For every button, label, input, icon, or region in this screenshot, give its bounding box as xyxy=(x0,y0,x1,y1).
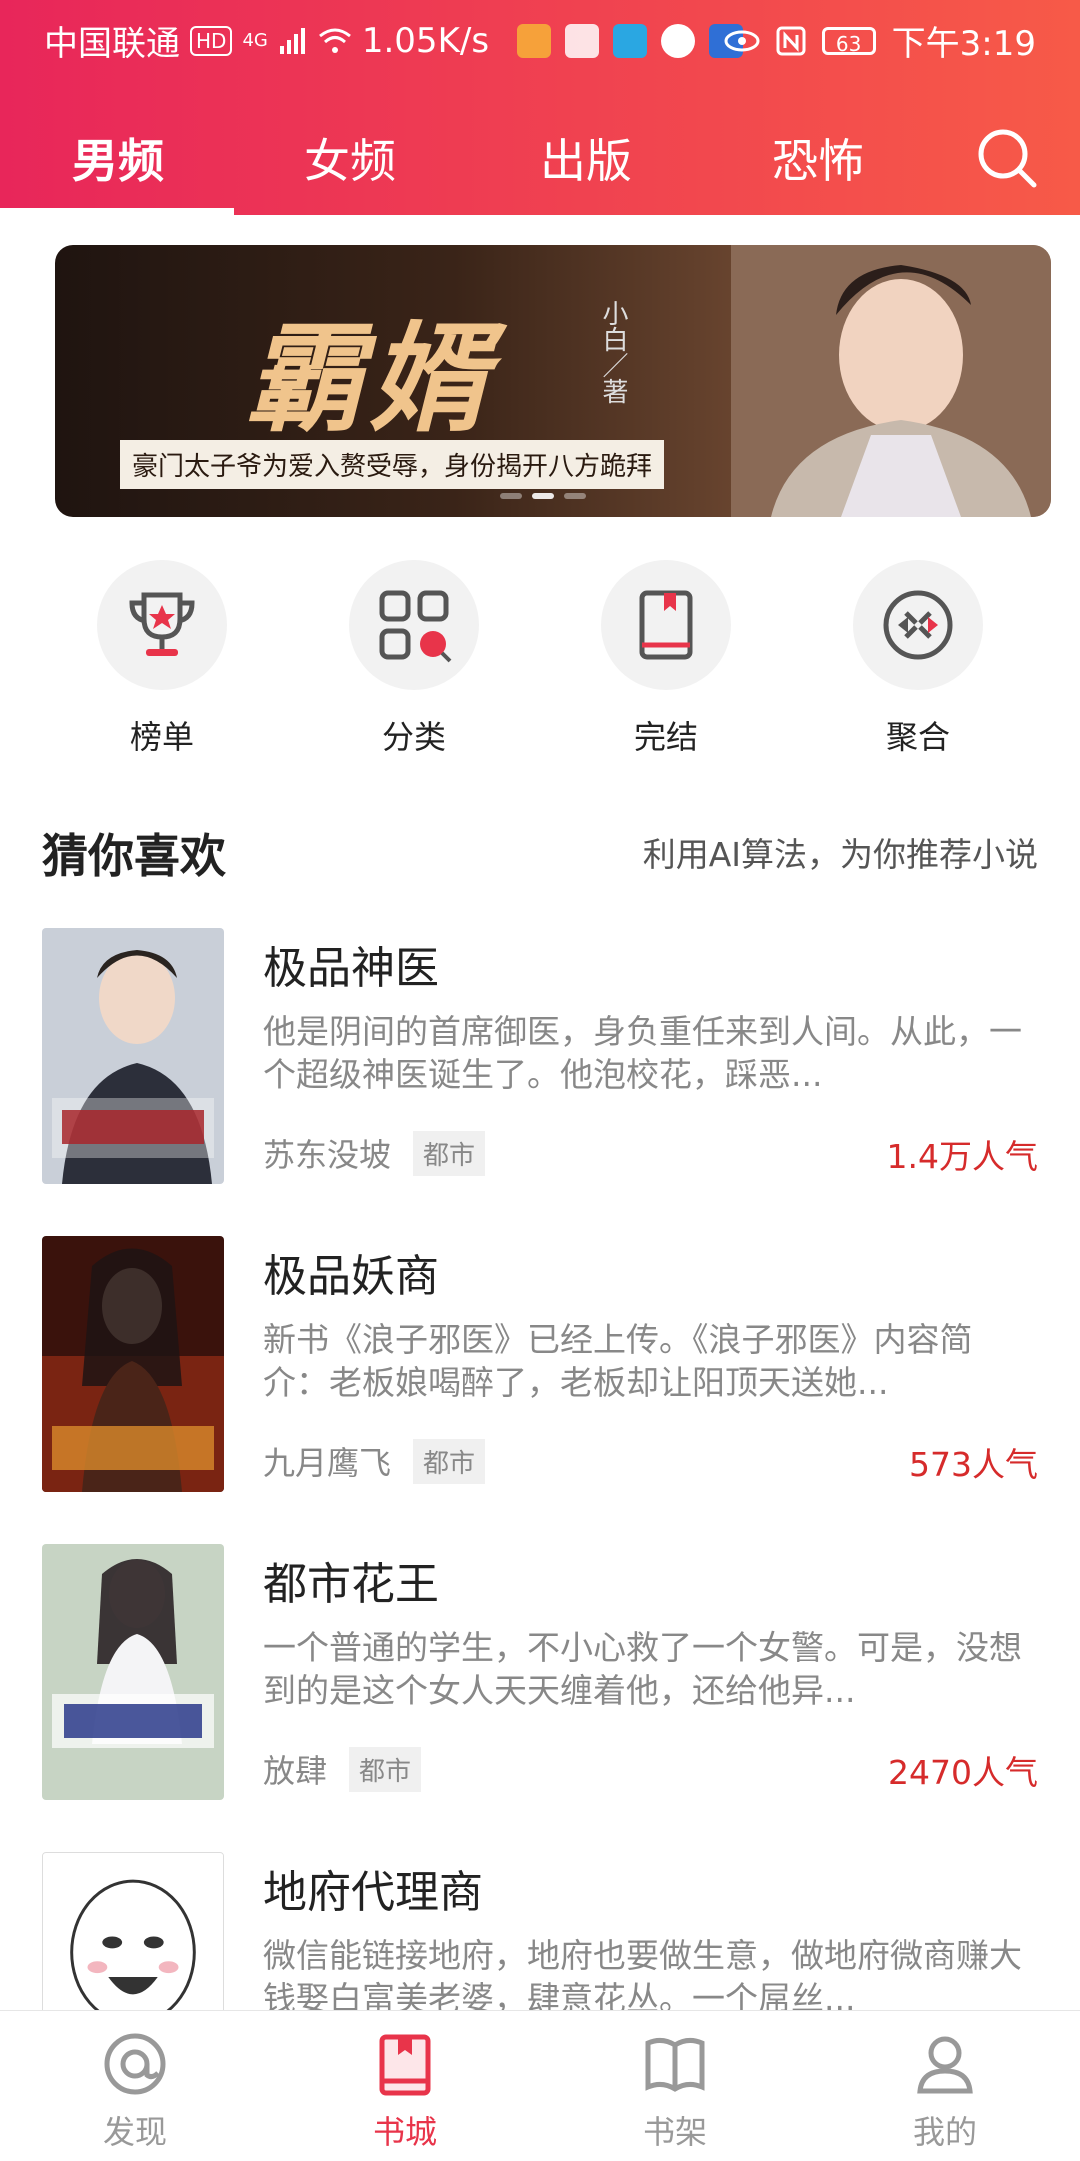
nav-bookshelf[interactable]: 书架 xyxy=(595,2031,755,2153)
trophy-icon xyxy=(129,592,195,656)
quick-link-label: 完结 xyxy=(633,718,698,756)
app-header: 中国联通 HD 4G 1.05K/s 63 下午3:19 男频 女频 出版 恐怖 xyxy=(0,0,1080,215)
book-cover xyxy=(42,928,224,1184)
hd-badge: HD xyxy=(190,25,233,56)
search-icon[interactable] xyxy=(976,127,1038,189)
book-title: 地府代理商 xyxy=(263,1867,483,1918)
quick-links: 榜单 分类 完结 聚合 xyxy=(0,560,1080,760)
status-bar: 中国联通 HD 4G 1.05K/s 63 下午3:19 xyxy=(0,0,1080,78)
list-item[interactable]: 极品妖商 新书《浪子邪医》已经上传。《浪子邪医》内容简介：老板娘喝醉了，老板却让… xyxy=(0,1236,1080,1496)
quick-link-aggregate[interactable]: 聚合 xyxy=(828,560,1008,758)
profile-icon xyxy=(917,2036,973,2094)
tab-male[interactable]: 男频 xyxy=(72,125,164,191)
nav-label: 书架 xyxy=(642,2113,707,2151)
tab-horror[interactable]: 恐怖 xyxy=(772,125,864,191)
book-title: 极品妖商 xyxy=(263,1251,439,1302)
book-author: 放肆 xyxy=(263,1752,328,1790)
clock: 下午3:19 xyxy=(891,24,1036,64)
nav-discover[interactable]: 发现 xyxy=(55,2031,215,2153)
tab-female[interactable]: 女频 xyxy=(304,125,396,191)
book-author: 九月鹰飞 xyxy=(263,1444,392,1482)
banner-pagination xyxy=(500,493,586,499)
aggregate-icon xyxy=(883,590,953,660)
quick-link-category[interactable]: 分类 xyxy=(324,560,504,758)
message-app-icon xyxy=(661,23,696,58)
section-subtitle: 利用AI算法，为你推荐小说 xyxy=(642,835,1038,874)
banner-title: 霸婿 xyxy=(245,310,494,448)
nav-label: 书城 xyxy=(372,2113,437,2151)
banner-dot[interactable] xyxy=(500,493,522,499)
category-icon xyxy=(379,590,452,663)
quick-link-completed[interactable]: 完结 xyxy=(576,560,756,758)
nfc-icon xyxy=(776,26,806,55)
nav-label: 我的 xyxy=(912,2113,977,2151)
banner-dot-active[interactable] xyxy=(532,493,554,499)
signal-icon xyxy=(279,27,305,54)
active-tab-indicator xyxy=(0,208,234,215)
book-description: 微信能链接地府，地府也要做生意，做地府微商赚大钱娶白富美老婆，肆意花丛。一个屌丝… xyxy=(263,1936,1022,2018)
book-cover xyxy=(42,1236,224,1492)
bottom-navigation: 发现 书城 书架 我的 xyxy=(0,2010,1080,2161)
bookstore-icon xyxy=(379,2034,431,2096)
book-description: 一个普通的学生，不小心救了一个女警。可是，没想到的是这个女人天天缠着他，还给他异… xyxy=(263,1628,1022,1710)
wifi-icon xyxy=(318,28,351,53)
book-popularity: 2470人气 xyxy=(888,1753,1038,1792)
list-item[interactable]: 都市花王 一个普通的学生，不小心救了一个女警。可是，没想到的是这个女人天天缠着他… xyxy=(0,1544,1080,1804)
book-tag: 都市 xyxy=(413,1438,486,1484)
book-tag: 都市 xyxy=(349,1746,422,1792)
video-app-icon xyxy=(517,23,552,58)
book-cover xyxy=(42,1544,224,1800)
section-title: 猜你喜欢 xyxy=(42,829,226,883)
quick-link-label: 聚合 xyxy=(885,718,950,756)
book-popularity: 1.4万人气 xyxy=(886,1137,1038,1176)
book-title: 都市花王 xyxy=(263,1559,439,1610)
banner-author: 小白／著 xyxy=(598,300,628,404)
list-item[interactable]: 极品神医 他是阴间的首席御医，身负重任来到人间。从此，一个超级神医诞生了。他泡校… xyxy=(0,928,1080,1188)
bookshelf-icon xyxy=(645,2037,705,2092)
network-type: 4G xyxy=(242,30,268,51)
book-description: 他是阴间的首席御医，身负重任来到人间。从此，一个超级神医诞生了。他泡校花，踩恶.… xyxy=(263,1012,1022,1094)
book-description: 新书《浪子邪医》已经上传。《浪子邪医》内容简介：老板娘喝醉了，老板却让阳顶天送她… xyxy=(263,1320,973,1402)
book-tag: 都市 xyxy=(413,1130,486,1176)
banner-portrait xyxy=(731,245,1051,517)
shopping-app-icon xyxy=(565,23,600,58)
banner-caption: 豪门太子爷为爱入赘受辱，身份揭开八方跪拜 xyxy=(120,440,665,489)
quick-link-label: 榜单 xyxy=(129,718,194,756)
banner-dot[interactable] xyxy=(564,493,586,499)
quick-link-label: 分类 xyxy=(381,718,446,756)
book-title: 极品神医 xyxy=(263,943,439,994)
book-author: 苏东没坡 xyxy=(263,1136,392,1174)
eye-icon xyxy=(724,30,760,51)
quick-link-ranking[interactable]: 榜单 xyxy=(72,560,252,758)
nav-bookstore[interactable]: 书城 xyxy=(325,2031,485,2153)
network-speed: 1.05K/s xyxy=(361,20,490,61)
book-icon xyxy=(639,590,693,660)
promo-banner[interactable]: 霸婿 小白／著 豪门太子爷为爱入赘受辱，身份揭开八方跪拜 xyxy=(55,245,1051,517)
nav-label: 发现 xyxy=(102,2113,167,2151)
discover-icon xyxy=(104,2033,166,2095)
tab-publish[interactable]: 出版 xyxy=(540,125,632,191)
battery-indicator: 63 xyxy=(821,26,876,56)
carrier-name: 中国联通 xyxy=(44,24,180,64)
nav-profile[interactable]: 我的 xyxy=(865,2031,1025,2153)
category-tabs: 男频 女频 出版 恐怖 xyxy=(0,95,1080,215)
book-popularity: 573人气 xyxy=(909,1445,1038,1484)
reader-app-icon xyxy=(613,23,648,58)
